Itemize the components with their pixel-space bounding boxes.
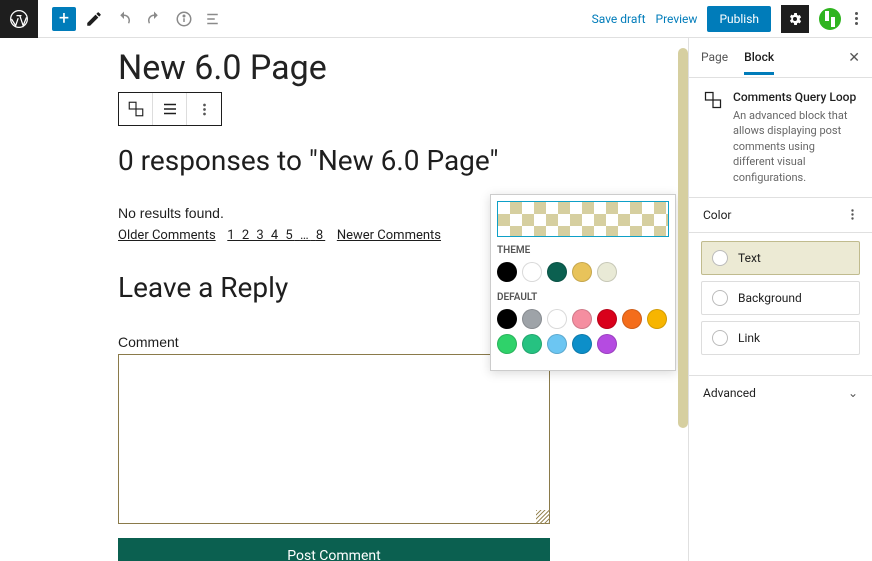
resize-grip-icon[interactable]	[536, 510, 550, 524]
block-type-icon	[703, 90, 723, 110]
more-menu-icon[interactable]	[851, 12, 862, 25]
color-swatch[interactable]	[522, 262, 542, 282]
color-swatch[interactable]	[547, 309, 567, 329]
color-swatch[interactable]	[597, 334, 617, 354]
responses-heading[interactable]: 0 responses to "New 6.0 Page"	[118, 144, 560, 177]
color-swatch[interactable]	[622, 309, 642, 329]
color-swatch[interactable]	[572, 262, 592, 282]
block-title: Comments Query Loop	[733, 90, 858, 104]
color-swatch[interactable]	[572, 334, 592, 354]
color-panel-header[interactable]: Color	[689, 198, 872, 233]
wp-logo[interactable]	[0, 0, 38, 38]
block-parent-icon[interactable]	[119, 93, 153, 125]
color-picker-popover: THEME DEFAULT	[490, 194, 676, 371]
color-swatch[interactable]	[497, 309, 517, 329]
redo-icon[interactable]	[142, 7, 166, 31]
align-icon[interactable]	[153, 93, 187, 125]
color-panel-menu-icon[interactable]	[848, 210, 857, 220]
color-swatch[interactable]	[522, 334, 542, 354]
default-label: DEFAULT	[497, 292, 669, 303]
page-numbers[interactable]: 1 2 3 4 5 … 8	[227, 228, 325, 243]
tab-block[interactable]: Block	[744, 50, 774, 75]
theme-label: THEME	[497, 245, 669, 256]
color-swatch[interactable]	[547, 334, 567, 354]
color-row-text[interactable]: Text	[701, 241, 860, 275]
scrollbar[interactable]	[678, 48, 688, 428]
color-swatch[interactable]	[597, 309, 617, 329]
settings-icon[interactable]	[781, 5, 809, 33]
block-description: An advanced block that allows displaying…	[733, 108, 858, 185]
color-swatch[interactable]	[497, 262, 517, 282]
post-comment-button[interactable]: Post Comment +	[118, 538, 550, 561]
comment-textarea[interactable]	[118, 354, 550, 524]
tab-page[interactable]: Page	[701, 50, 728, 75]
page-title[interactable]: New 6.0 Page	[118, 48, 560, 88]
block-toolbar	[118, 92, 222, 126]
color-preview[interactable]	[497, 201, 669, 237]
color-row-link[interactable]: Link	[701, 321, 860, 355]
color-row-background[interactable]: Background	[701, 281, 860, 315]
info-icon[interactable]	[172, 7, 196, 31]
older-comments-link[interactable]: Older Comments	[118, 228, 216, 243]
color-swatch[interactable]	[497, 334, 517, 354]
save-draft-button[interactable]: Save draft	[592, 12, 646, 26]
publish-button[interactable]: Publish	[707, 6, 771, 32]
add-block-button[interactable]: +	[52, 7, 76, 31]
newer-comments-link[interactable]: Newer Comments	[337, 228, 441, 243]
color-swatch[interactable]	[522, 309, 542, 329]
preview-button[interactable]: Preview	[656, 12, 698, 26]
jetpack-icon[interactable]	[819, 8, 841, 30]
block-more-icon[interactable]	[187, 93, 221, 125]
chevron-down-icon: ⌄	[848, 386, 858, 400]
edit-icon[interactable]	[82, 7, 106, 31]
close-sidebar-icon[interactable]: ✕	[848, 50, 860, 66]
color-swatch[interactable]	[647, 309, 667, 329]
undo-icon[interactable]	[112, 7, 136, 31]
advanced-panel-header[interactable]: Advanced ⌄	[689, 376, 872, 410]
outline-icon[interactable]	[202, 7, 226, 31]
color-swatch[interactable]	[572, 309, 592, 329]
color-swatch[interactable]	[547, 262, 567, 282]
color-swatch[interactable]	[597, 262, 617, 282]
